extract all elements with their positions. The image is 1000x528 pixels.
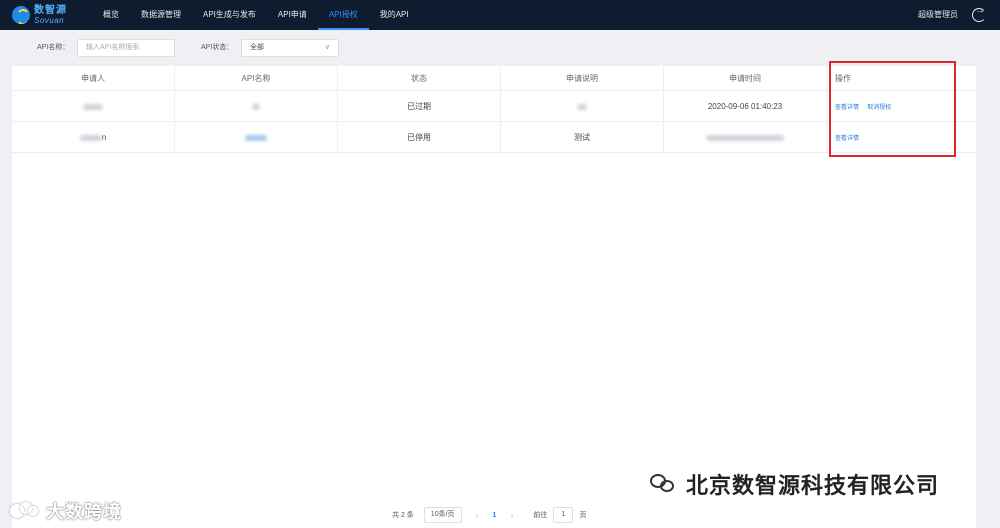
user-name[interactable]: 超级管理员: [918, 0, 958, 30]
watermark-left: 大数跨境: [10, 498, 122, 524]
api-status-value: 全部: [250, 44, 264, 51]
cell-time: 2020-09-06 01:40:23: [664, 91, 827, 122]
wechat-icon: [650, 474, 678, 494]
brand-name-en: Sovuan: [34, 15, 65, 25]
nav-item-api-apply[interactable]: API申请: [267, 0, 318, 30]
cell-applicant: [12, 91, 175, 122]
cell-description: [501, 91, 664, 122]
pagination: 共 2 条 10条/页 ‹ 1 › 前往 1 页: [392, 506, 586, 524]
cell-api-name: [175, 122, 338, 153]
header-time: 申请时间: [664, 66, 827, 91]
applicant-suffix: n: [101, 133, 107, 142]
cell-description: 测试: [501, 122, 664, 153]
nav-item-overview[interactable]: 概览: [92, 0, 130, 30]
header-applicant: 申请人: [12, 66, 175, 91]
header-api-name: API名称: [175, 66, 338, 91]
watermark-left-text: 大数跨境: [46, 502, 122, 522]
page-size-select[interactable]: 10条/页: [423, 507, 462, 523]
next-page-icon[interactable]: ›: [510, 510, 513, 520]
pagination-total: 共 2 条: [392, 512, 414, 519]
api-status-select[interactable]: 全部 ∨: [241, 39, 339, 57]
cell-status: 已过期: [338, 91, 501, 122]
watermark-right-text: 北京数智源科技有限公司: [686, 473, 940, 498]
main-nav: 概览 数据源管理 API生成与发布 API申请 API授权 我的API: [92, 0, 420, 30]
nav-item-datasource[interactable]: 数据源管理: [130, 0, 192, 30]
api-name-search-input[interactable]: 输入API名称搜索: [77, 39, 175, 57]
cell-api-name: [175, 91, 338, 122]
watermark-right: 北京数智源科技有限公司: [650, 468, 939, 500]
page-number-current[interactable]: 1: [493, 512, 497, 519]
cell-status: 已停用: [338, 122, 501, 153]
watermark-logo-icon: [10, 502, 40, 520]
api-status-label: API状态：: [201, 44, 234, 51]
nav-item-api-authorize[interactable]: API授权: [317, 0, 369, 30]
filter-bar: API名称： 输入API名称搜索 API状态： 全部 ∨: [0, 30, 1000, 64]
goto-page-input[interactable]: 1: [553, 507, 574, 523]
prev-page-icon[interactable]: ‹: [476, 510, 479, 520]
highlight-box: [829, 61, 956, 157]
header-status: 状态: [338, 66, 501, 91]
nav-item-api-generate[interactable]: API生成与发布: [192, 0, 267, 30]
nav-item-my-api[interactable]: 我的API: [369, 0, 420, 30]
chevron-down-icon: ∨: [324, 44, 330, 51]
goto-label: 前往: [533, 512, 548, 519]
brand-logo[interactable]: 数智源 Sovuan: [12, 4, 82, 26]
cell-applicant: n: [12, 122, 175, 153]
goto-unit-label: 页: [579, 512, 587, 519]
logout-icon[interactable]: [972, 5, 986, 22]
logo-icon: [12, 6, 30, 24]
api-name-label: API名称：: [37, 44, 70, 51]
cell-time: [664, 122, 827, 153]
top-navigation-bar: 数智源 Sovuan 概览 数据源管理 API生成与发布 API申请 API授权…: [0, 0, 1000, 30]
header-description: 申请说明: [501, 66, 664, 91]
brand-name-cn: 数智源: [34, 4, 67, 16]
